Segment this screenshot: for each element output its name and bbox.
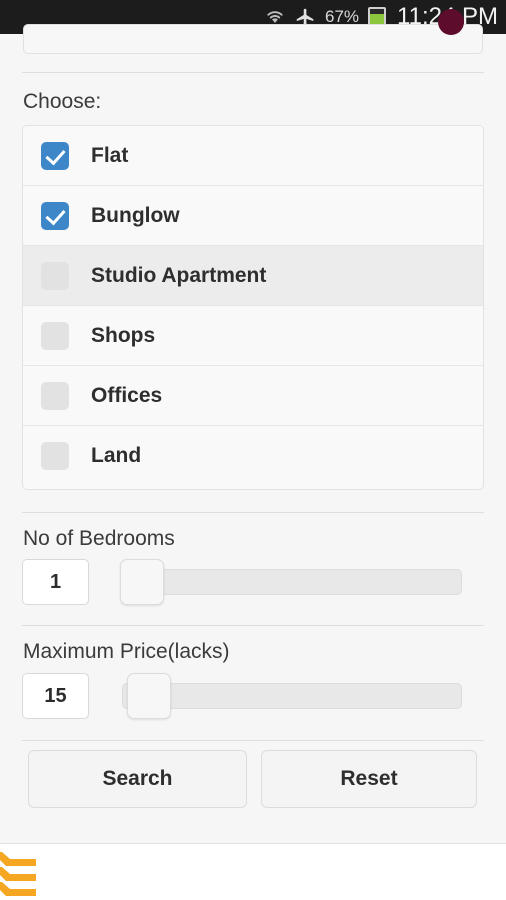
checkbox-shops[interactable] [41,321,69,350]
checkbox-bunglow[interactable] [41,201,69,230]
divider-price [22,625,484,626]
price-label: Maximum Price(lacks) [23,640,230,663]
list-item-offices[interactable]: Offices [23,366,483,426]
checkbox-flat[interactable] [41,141,69,170]
bedrooms-slider-track[interactable] [122,569,462,595]
bedrooms-label: No of Bedrooms [23,527,175,550]
list-item-bunglow[interactable]: Bunglow [23,186,483,246]
checkbox-land[interactable] [41,442,69,470]
bedrooms-slider-row: 1 [22,559,484,605]
footer-bar [0,843,506,900]
choose-label: Choose: [23,90,102,113]
list-item-shops[interactable]: Shops [23,306,483,366]
search-button[interactable]: Search [28,750,247,808]
maroon-badge-icon [438,9,464,35]
price-slider-row: 15 [22,673,484,719]
list-item-land[interactable]: Land [23,426,483,486]
list-item-label: Shops [91,323,156,347]
scrolled-off-field[interactable] [23,9,483,54]
price-slider-handle[interactable] [127,673,171,719]
list-item-label: Flat [91,143,129,167]
reset-button[interactable]: Reset [261,750,477,808]
list-item-flat[interactable]: Flat [23,126,483,186]
checkbox-offices[interactable] [41,381,69,410]
list-item-studio-apartment[interactable]: Studio Apartment [23,246,483,306]
orange-bars-logo-icon [0,852,36,896]
list-item-label: Offices [91,383,163,407]
list-item-label: Studio Apartment [91,263,267,287]
checkbox-studio-apartment[interactable] [41,261,69,290]
app-screen: 67% 11:24 PM Choose: Flat Bunglow Studio… [0,0,506,900]
divider-top [22,72,484,73]
price-slider-track[interactable] [122,683,462,709]
divider-actions [22,740,484,741]
list-item-label: Bunglow [91,203,180,227]
list-item-label: Land [91,444,142,467]
bedrooms-slider-handle[interactable] [120,559,164,605]
bedrooms-value[interactable]: 1 [22,559,89,605]
property-type-list: Flat Bunglow Studio Apartment Shops Offi… [22,125,484,490]
price-value[interactable]: 15 [22,673,89,719]
divider-bedrooms [22,512,484,513]
